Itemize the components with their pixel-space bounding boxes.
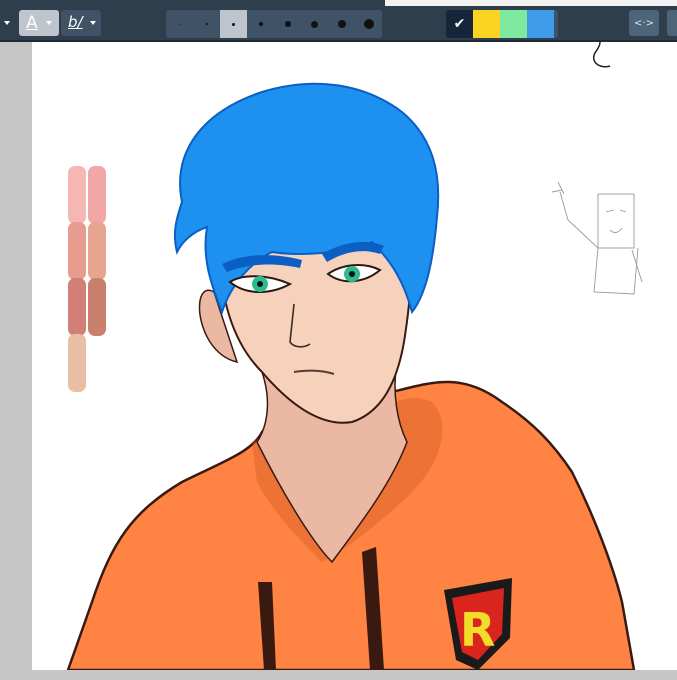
brush-size-8-button[interactable] (355, 10, 382, 38)
color-swatch-group: ✔ (446, 10, 558, 38)
brush-size-1-button[interactable] (166, 10, 193, 38)
expand-button[interactable]: <·> (629, 10, 659, 36)
brush-dot-icon (337, 20, 346, 28)
brush-dot-icon (205, 23, 208, 25)
brush-size-2-button[interactable] (193, 10, 220, 38)
palette-swatch (68, 278, 86, 336)
drawing-canvas[interactable]: R (32, 42, 677, 670)
color-swatch-green[interactable] (500, 10, 527, 38)
brush-size-5-button[interactable] (274, 10, 301, 38)
brush-tool-label: b/ (68, 13, 83, 31)
brush-size-3-button[interactable] (220, 10, 247, 38)
palette-swatch (88, 278, 106, 336)
color-swatch-navy[interactable]: ✔ (446, 10, 473, 38)
palette-swatch (68, 222, 86, 280)
brush-tool-button[interactable]: b/ (61, 10, 101, 36)
sketch-figure (551, 181, 643, 295)
palette-swatch (68, 334, 86, 392)
brush-dot-icon (284, 21, 291, 27)
brush-dot-icon (311, 20, 318, 28)
palette-swatch (88, 166, 106, 224)
artwork: R (66, 42, 643, 670)
canvas-margin-left (0, 42, 32, 680)
brush-dot-icon (363, 19, 374, 29)
brush-size-group (166, 10, 382, 38)
brush-dot-icon (232, 22, 235, 26)
toolbar: A b/ ✔ <·> (0, 0, 677, 42)
text-tool-button[interactable]: A (19, 10, 59, 36)
doodle-stroke (592, 42, 611, 68)
color-swatch-yellow[interactable] (473, 10, 500, 38)
side-panel-button[interactable] (667, 10, 677, 36)
text-tool-label: A (26, 13, 38, 33)
chevron-down-icon (90, 21, 96, 25)
canvas-margin-bottom (0, 670, 677, 680)
expand-icon: <·> (634, 17, 654, 29)
color-swatch-blue[interactable] (527, 10, 554, 38)
palette-swatch (88, 222, 106, 280)
emblem-letter: R (460, 603, 495, 657)
toolbar-top-strip (385, 0, 677, 6)
check-icon: ✔ (453, 16, 466, 32)
brush-size-4-button[interactable] (247, 10, 274, 38)
brush-dot-icon (179, 23, 180, 25)
toolbar-menu-button[interactable] (0, 10, 14, 36)
chevron-down-icon (46, 21, 52, 25)
brush-size-6-button[interactable] (301, 10, 328, 38)
brush-size-7-button[interactable] (328, 10, 355, 38)
brush-dot-icon (258, 22, 263, 26)
chevron-down-icon (4, 21, 10, 25)
color-palette-swatches (68, 166, 106, 392)
palette-swatch (68, 166, 86, 224)
